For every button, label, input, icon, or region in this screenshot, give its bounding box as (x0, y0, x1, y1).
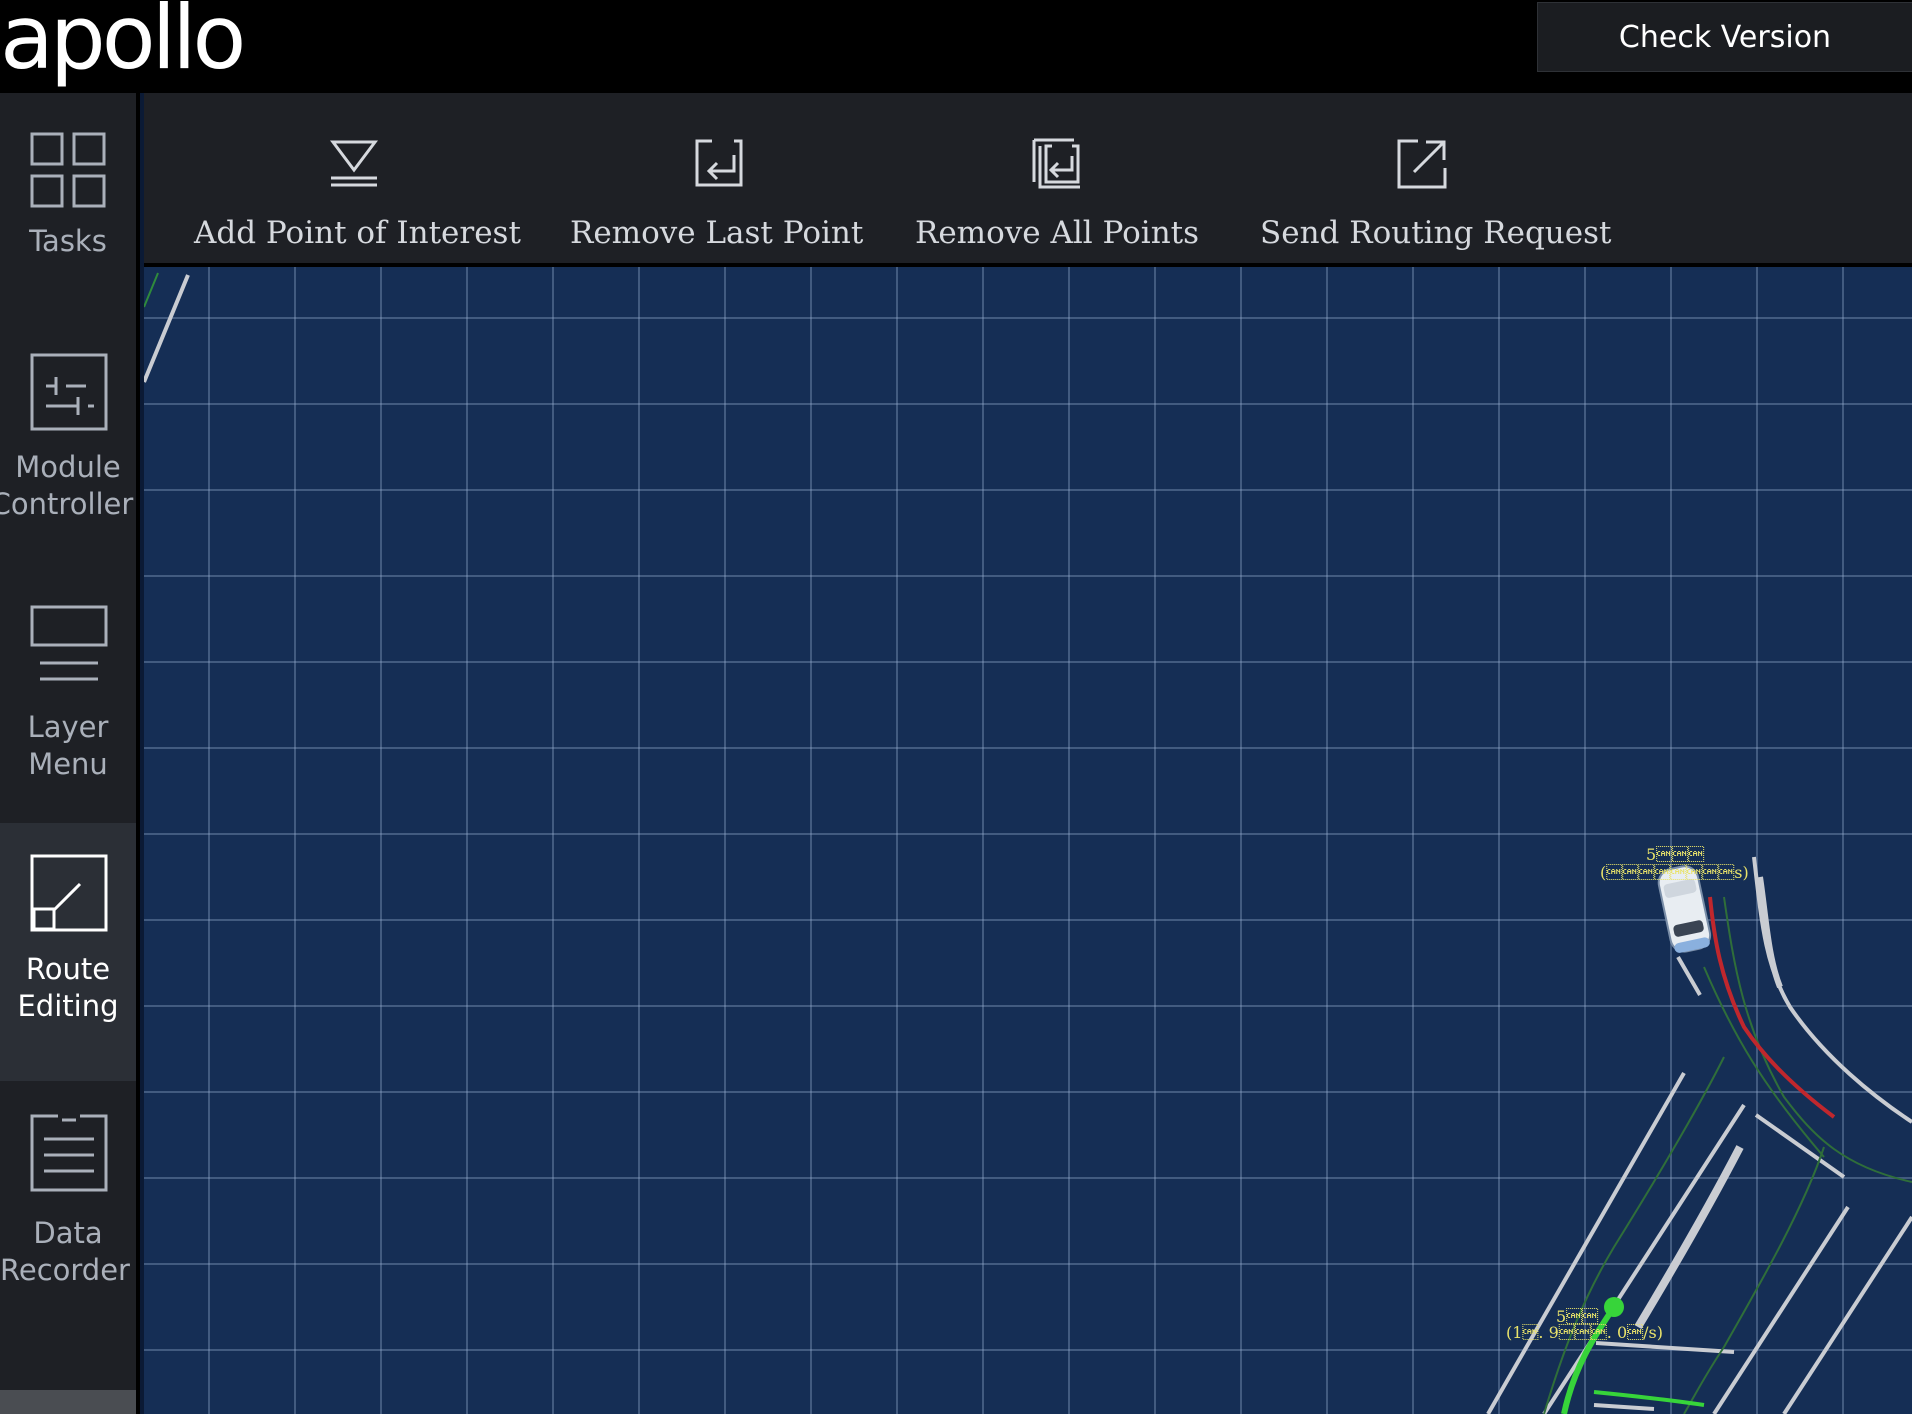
sidebar-item-label: Layer (27, 710, 109, 744)
lane-line (1782, 1215, 1912, 1414)
obstacle-label: (1. 9. 0/s) (1506, 1323, 1663, 1342)
remove-last-point-button[interactable]: Remove Last Point (568, 93, 866, 263)
remove-all-icon (1032, 138, 1080, 189)
top-header: apollo Check Version (0, 0, 1912, 93)
check-version-button[interactable]: Check Version (1537, 2, 1912, 72)
map-canvas[interactable]: 5 (s) 5 (1. 9. 0/s) (144, 267, 1912, 1414)
send-routing-request-button[interactable]: Send Routing Request (1260, 93, 1611, 263)
remove-last-icon (695, 139, 743, 187)
add-point-icon (330, 140, 378, 187)
sidebar-item-label: Editing (17, 989, 119, 1023)
sidebar-item-label: Module (15, 450, 121, 484)
lane-line (1542, 1103, 1746, 1414)
recorder-icon (30, 1113, 108, 1192)
lane-line (1752, 856, 1912, 1124)
sidebar-item-label: Data (33, 1216, 103, 1250)
route-toolbar: Add Point of Interest Remove Last Point … (144, 93, 1912, 267)
tool-label: Remove All Points (915, 215, 1200, 251)
route-icon (30, 854, 108, 932)
sidebar-item-route-editing[interactable]: Route Editing (0, 823, 136, 1081)
remove-all-points-button[interactable]: Remove All Points (912, 93, 1202, 263)
lane-line (1634, 1145, 1744, 1330)
tool-label: Send Routing Request (1260, 215, 1612, 251)
obstacle-marker (1604, 1297, 1624, 1317)
sidebar-item-label: Recorder (0, 1253, 130, 1287)
apollo-logo: apollo (0, 0, 246, 89)
lane-line (1595, 1341, 1735, 1354)
lane-line (1593, 1403, 1655, 1411)
sidebar-item-tasks[interactable]: Tasks (0, 131, 136, 260)
sidebar-item-label: Tasks (29, 224, 107, 258)
map-overlay (144, 272, 1912, 1414)
layer-icon (30, 605, 108, 681)
add-point-of-interest-button[interactable]: Add Point of Interest (190, 93, 521, 263)
tool-label: Remove Last Point (570, 215, 864, 251)
tool-label: Add Point of Interest (194, 215, 521, 251)
sidebar-item-layer-menu[interactable]: Layer Menu (0, 605, 136, 783)
grid-icon (30, 132, 106, 208)
lane-line (1676, 955, 1702, 997)
obstacle-trajectory (1593, 1390, 1705, 1407)
controller-icon (30, 353, 108, 431)
lane-line (1712, 1205, 1850, 1414)
send-icon (1397, 139, 1447, 189)
sidebar: Tasks Module Controller Layer Menu Route… (0, 93, 140, 1414)
sidebar-item-module-controller[interactable]: Module Controller (0, 353, 136, 523)
sidebar-item-label: Route (25, 952, 111, 986)
lane-line (144, 272, 159, 308)
ego-label: (s) (1600, 863, 1749, 882)
sidebar-item-data-recorder[interactable]: Data Recorder (0, 1113, 136, 1289)
lane-line (1543, 1056, 1725, 1414)
lane-line (1683, 1146, 1825, 1414)
sidebar-item-label: Menu (28, 747, 108, 781)
sidebar-footer (0, 1390, 136, 1414)
ego-label: 5 (1646, 845, 1705, 864)
sidebar-item-label: Controller (0, 487, 134, 521)
